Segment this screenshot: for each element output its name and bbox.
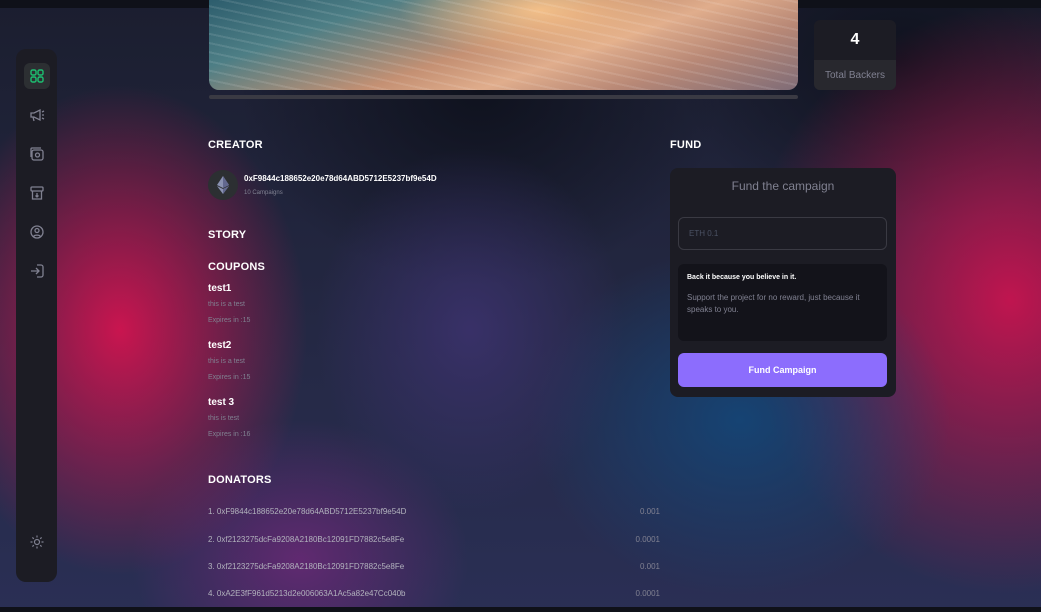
donator-row: 4. 0xA2E3fF961d5213d2e006063A1Ac5a82e47C… (208, 589, 660, 598)
donator-row: 1. 0xF9844c188652e20e78d64ABD5712E5237bf… (208, 507, 660, 516)
donators-heading: DONATORS (208, 474, 272, 486)
coupon-expiry: Expires in :15 (208, 317, 251, 324)
coupon-description: this is a test (208, 358, 245, 365)
dashboard-icon (29, 69, 44, 83)
donator-address: 4. 0xA2E3fF961d5213d2e006063A1Ac5a82e47C… (208, 589, 406, 598)
fund-campaign-button[interactable]: Fund Campaign (678, 353, 887, 387)
funding-progress-bar (209, 95, 798, 99)
nav-logout[interactable] (24, 258, 50, 284)
fund-amount-input[interactable] (678, 217, 887, 250)
coupons-heading: COUPONS (208, 261, 266, 273)
creator-campaign-count: 10 Campaigns (244, 190, 283, 196)
coupon-description: this is a test (208, 301, 245, 308)
total-backers-value: 4 (850, 31, 860, 48)
nav-withdraw[interactable] (24, 180, 50, 206)
donator-address: 2. 0xf2123275dcFa9208A2180Bc12091FD7882c… (208, 535, 405, 544)
profile-icon (29, 225, 44, 239)
sun-icon (30, 535, 43, 549)
coupon-description: this is test (208, 415, 240, 422)
nav-profile[interactable] (24, 219, 50, 245)
campaign-icon (29, 108, 44, 122)
coupon-item: test1 this is a test Expires in :15 (208, 283, 250, 324)
creator-info: 0xF9844c188652e20e78d64ABD5712E5237bf9e5… (208, 170, 437, 200)
theme-toggle[interactable] (24, 529, 50, 555)
logout-icon (30, 264, 44, 278)
fund-info-text: Support the project for no reward, just … (687, 293, 860, 314)
donation-amount: 0.001 (639, 507, 660, 516)
donator-address: 1. 0xF9844c188652e20e78d64ABD5712E5237bf… (208, 507, 407, 516)
coupon-expiry: Expires in :15 (208, 374, 251, 381)
donator-row: 2. 0xf2123275dcFa9208A2180Bc12091FD7882c… (208, 535, 660, 544)
withdraw-icon (29, 186, 44, 200)
coupon-name: test 3 (208, 397, 235, 408)
fund-info-card: Back it because you believe in it. Suppo… (678, 264, 887, 341)
creator-avatar (208, 170, 238, 200)
donation-amount: 0.001 (639, 562, 660, 571)
coupon-name: test2 (208, 340, 232, 351)
ethereum-icon (217, 176, 229, 194)
donation-amount: 0.0001 (635, 589, 660, 598)
campaign-image (209, 0, 798, 90)
coupon-item: test2 this is a test Expires in :15 (208, 340, 250, 381)
coupon-name: test1 (208, 283, 232, 294)
coupon-item: test 3 this is test Expires in :16 (208, 397, 250, 438)
nav-payment[interactable] (24, 141, 50, 167)
donator-row: 3. 0xf2123275dcFa9208A2180Bc12091FD7882c… (208, 562, 660, 571)
beach-wave-texture (209, 0, 798, 90)
creator-heading: CREATOR (208, 139, 263, 151)
fund-heading: FUND (670, 139, 702, 151)
fund-panel: Fund the campaign Back it because you be… (670, 168, 896, 397)
total-backers-stat: 4 Total Backers (814, 20, 896, 90)
sidebar (16, 49, 57, 582)
fund-panel-title: Fund the campaign (731, 179, 835, 193)
bottom-edge (0, 607, 1041, 612)
donator-address: 3. 0xf2123275dcFa9208A2180Bc12091FD7882c… (208, 562, 405, 571)
donation-amount: 0.0001 (635, 535, 660, 544)
nav-dashboard[interactable] (23, 63, 50, 89)
nav-campaign[interactable] (24, 102, 50, 128)
coupon-expiry: Expires in :16 (208, 431, 251, 438)
fund-info-heading: Back it because you believe in it. (687, 274, 797, 281)
payment-icon (29, 147, 44, 161)
total-backers-label: Total Backers (814, 60, 896, 90)
creator-address: 0xF9844c188652e20e78d64ABD5712E5237bf9e5… (244, 174, 437, 183)
story-heading: STORY (208, 229, 247, 241)
